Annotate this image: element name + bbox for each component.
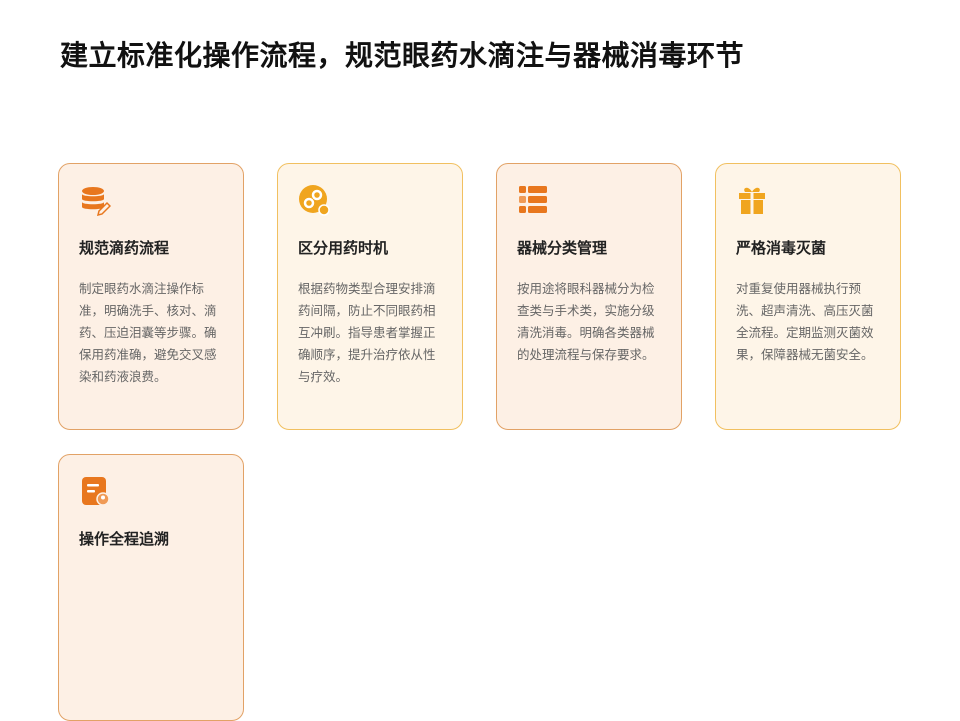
card-title: 规范滴药流程 [79,239,170,257]
card-medication-timing: 区分用药时机 根据药物类型合理安排滴药间隔，防止不同眼药相互冲刷。指导患者掌握正… [277,163,463,430]
card-title: 区分用药时机 [298,239,389,257]
card-title: 严格消毒灭菌 [736,239,827,257]
card-description: 对重复使用器械执行预洗、超声清洗、高压灭菌全流程。定期监测灭菌效果，保障器械无菌… [736,281,874,362]
database-edit-icon [79,184,112,217]
card-description: 根据药物类型合理安排滴药间隔，防止不同眼药相互冲刷。指导患者掌握正确顺序，提升治… [298,281,436,384]
card-description: 制定眼药水滴注操作标准，明确洗手、核对、滴药、压迫泪囊等步骤。确保用药准确，避免… [79,281,217,384]
card-standard-dropping: 规范滴药流程 制定眼药水滴注操作标准，明确洗手、核对、滴药、压迫泪囊等步骤。确保… [58,163,244,430]
card-traceability: 操作全程追溯 [58,454,244,721]
card-sterilization: 严格消毒灭菌 对重复使用器械执行预洗、超声清洗、高压灭菌全流程。定期监测灭菌效果… [715,163,901,430]
link-circle-icon [298,184,330,216]
card-title: 器械分类管理 [517,239,608,257]
document-user-icon [79,475,111,507]
card-description: 按用途将眼科器械分为检查类与手术类，实施分级清洗消毒。明确各类器械的处理流程与保… [517,281,655,362]
card-title: 操作全程追溯 [79,530,170,548]
card-instrument-classification: 器械分类管理 按用途将眼科器械分为检查类与手术类，实施分级清洗消毒。明确各类器械… [496,163,682,430]
gift-box-icon [736,184,768,216]
list-blocks-icon [517,184,549,216]
page-title: 建立标准化操作流程，规范眼药水滴注与器械消毒环节 [60,39,745,72]
